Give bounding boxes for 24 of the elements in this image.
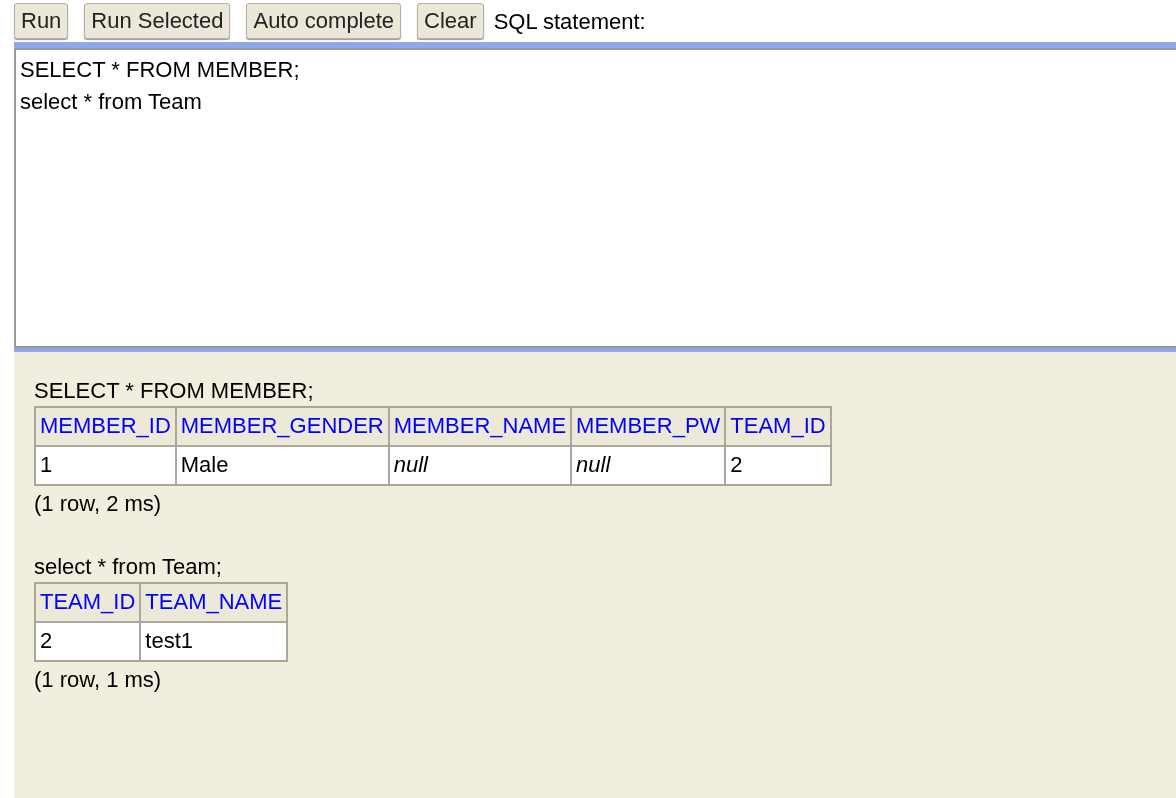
statement-text: SELECT * FROM MEMBER;	[34, 378, 314, 403]
toolbar-button[interactable]: Auto complete	[246, 2, 402, 40]
toolbar-button[interactable]: Clear	[417, 2, 484, 40]
column-header[interactable]: TEAM_NAME	[140, 583, 288, 622]
table-cell: 2	[35, 622, 141, 661]
statement-text: select * from Team;	[34, 554, 222, 579]
table-cell: 2	[725, 446, 831, 485]
table-cell: test1	[140, 622, 288, 661]
toolbar-button[interactable]: Run	[14, 2, 69, 40]
column-header[interactable]: TEAM_ID	[725, 407, 831, 446]
column-header[interactable]: TEAM_ID	[35, 583, 141, 622]
null-cell: null	[571, 446, 726, 485]
column-header[interactable]: MEMBER_ID	[35, 407, 176, 446]
column-header[interactable]: MEMBER_NAME	[388, 407, 572, 446]
null-cell: null	[388, 446, 572, 485]
sql-editor[interactable]: SELECT * FROM MEMBER; select * from Team	[14, 48, 1176, 348]
table-cell: 1	[35, 446, 176, 485]
table-cell: Male	[175, 446, 389, 485]
column-header[interactable]: MEMBER_PW	[571, 407, 726, 446]
column-header[interactable]: MEMBER_GENDER	[175, 407, 389, 446]
toolbar-button[interactable]: Run Selected	[84, 2, 231, 40]
result-summary: (1 row, 1 ms)	[34, 667, 162, 692]
result-summary: (1 row, 2 ms)	[34, 491, 162, 516]
editor-label: SQL statement:	[493, 7, 646, 36]
